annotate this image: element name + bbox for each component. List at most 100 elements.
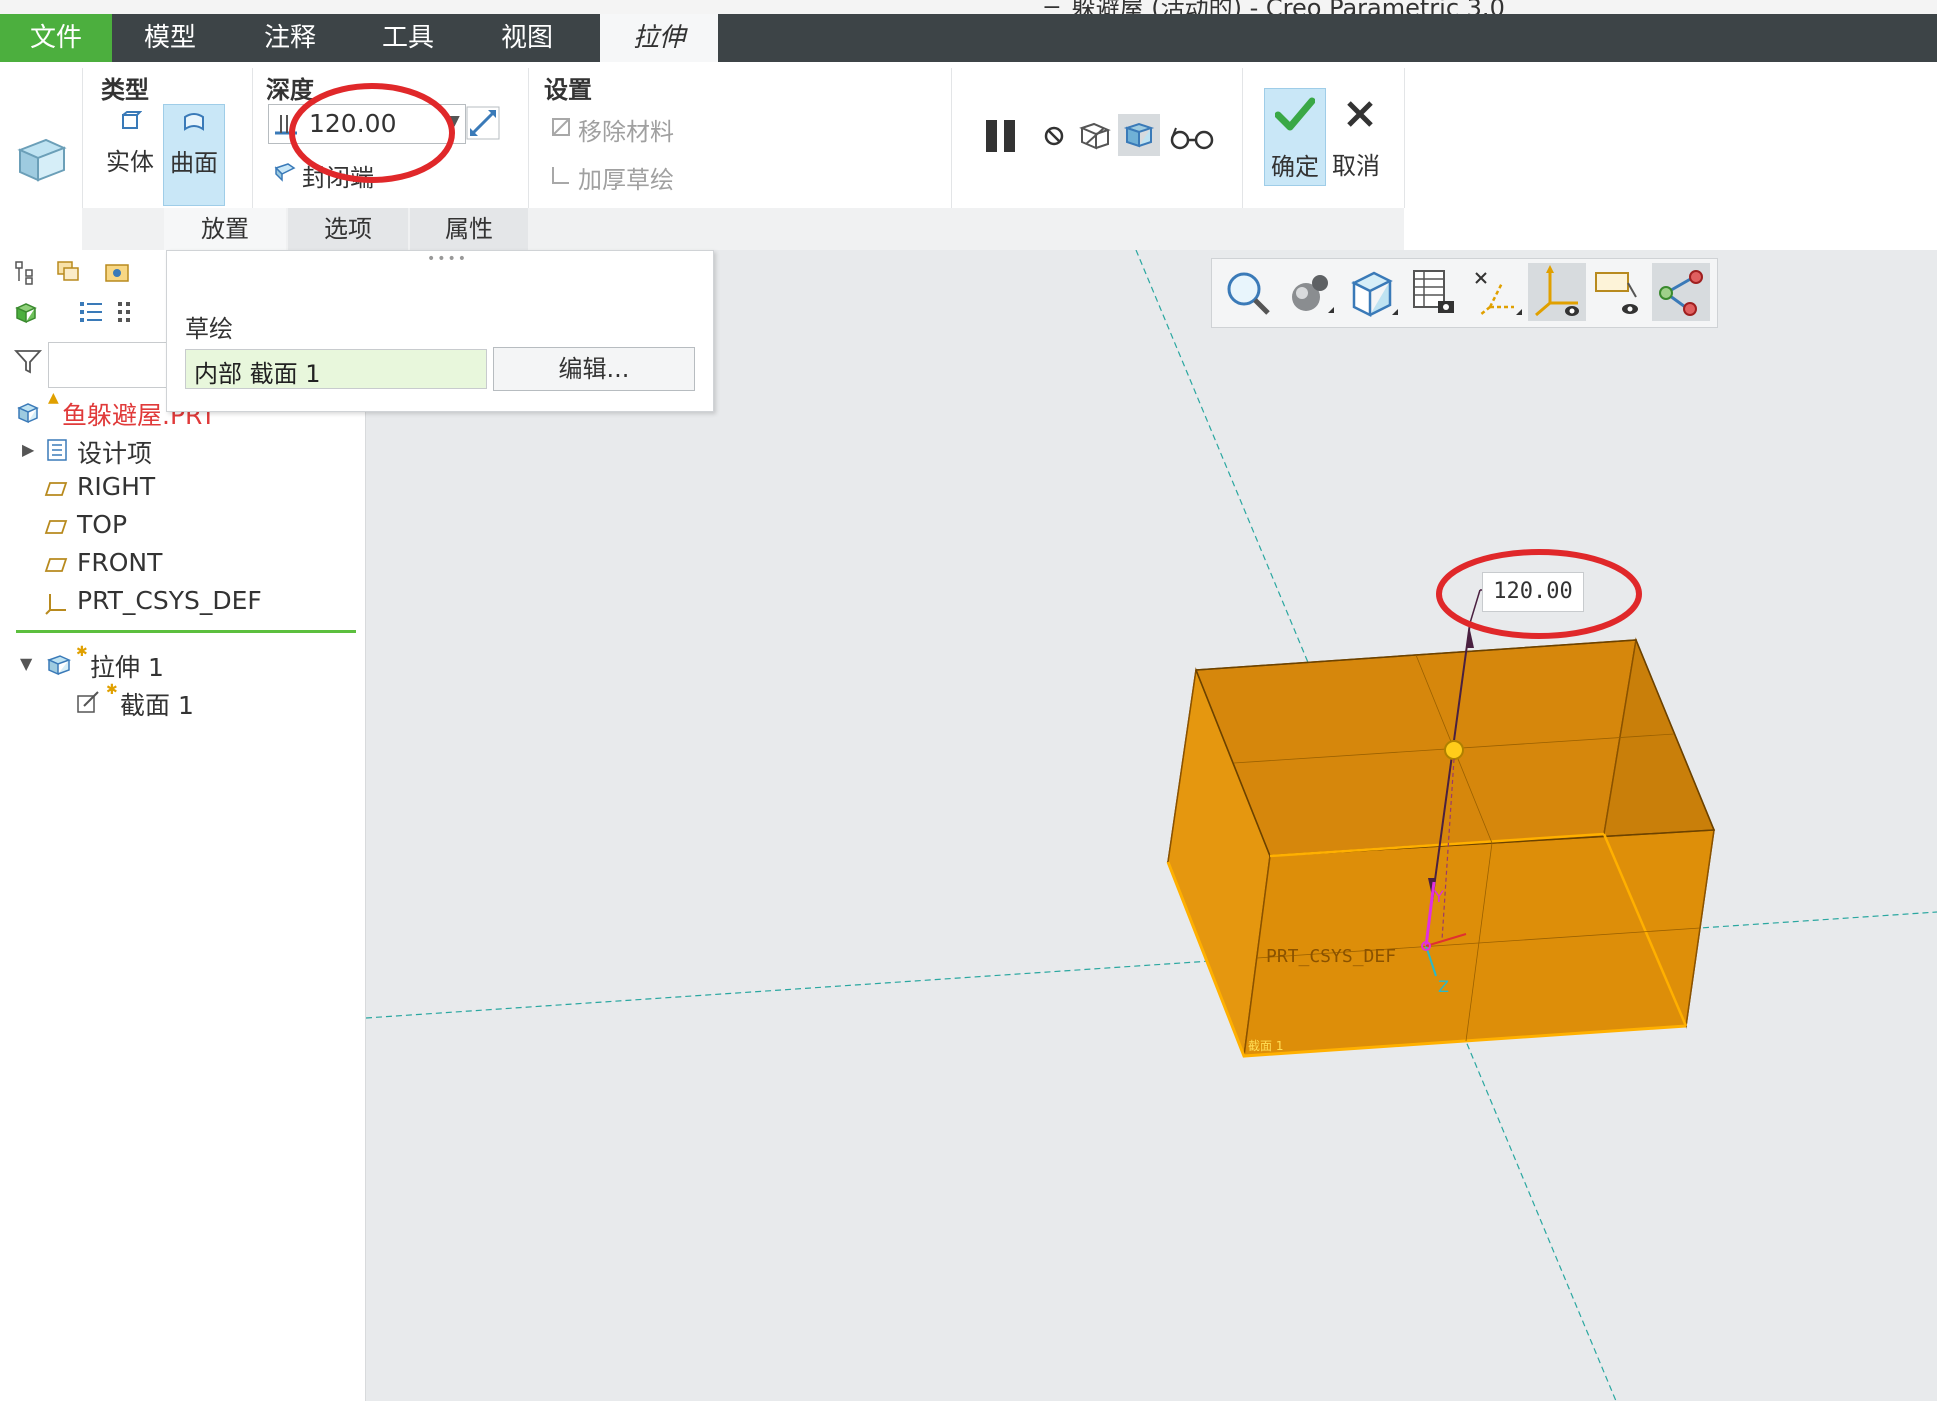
collapse-arrow-icon[interactable]: ▼ — [20, 654, 32, 673]
thicken-sketch-toggle[interactable]: 加厚草绘 — [550, 158, 720, 194]
datum-plane-icon — [44, 482, 68, 496]
tree-item-section[interactable]: 截面 1 — [120, 686, 194, 722]
menu-view[interactable]: 视图 — [479, 14, 575, 62]
named-view-cube-icon — [1351, 271, 1398, 318]
datum-plane-icon — [44, 520, 68, 534]
no-preview-icon[interactable] — [1042, 124, 1066, 148]
tree-item-extrude[interactable]: 拉伸 1 — [90, 648, 164, 684]
menu-model[interactable]: 模型 — [122, 14, 218, 62]
depth-drag-handle[interactable] — [1444, 740, 1464, 760]
extrude-tree-icon — [46, 655, 72, 676]
remove-material-icon — [552, 118, 570, 136]
solid-icon — [122, 111, 142, 129]
csys-y-label: Y — [1433, 887, 1444, 906]
surface-label: 曲面 — [170, 149, 218, 177]
attached-preview-button[interactable] — [1118, 114, 1160, 156]
layers-icon[interactable] — [56, 260, 82, 284]
panel-grip-icon[interactable]: •••• — [427, 251, 468, 267]
model-tree-icon[interactable] — [14, 260, 36, 286]
filter-icon[interactable] — [14, 348, 42, 374]
pause-icon[interactable] — [984, 118, 1020, 154]
section-tag-label: 截面 1 — [1248, 1039, 1283, 1053]
tree-search-input[interactable] — [48, 342, 170, 388]
menu-file[interactable]: 文件 — [0, 14, 112, 62]
csys-display-button[interactable] — [1528, 263, 1586, 321]
depth-field[interactable]: 120.00 ▼ — [268, 104, 466, 144]
ok-label: 确定 — [1271, 153, 1319, 181]
datum-display-icon — [1475, 272, 1522, 316]
verify-glasses-icon[interactable] — [1170, 124, 1214, 150]
display-style-button[interactable] — [1280, 263, 1338, 321]
csys-display-icon — [1535, 265, 1579, 317]
separate-preview-icon[interactable] — [1078, 120, 1112, 152]
capped-ends-checkbox[interactable]: 封闭端 — [272, 156, 472, 192]
menu-tools[interactable]: 工具 — [360, 14, 456, 62]
tree-item-right[interactable]: RIGHT — [77, 472, 155, 501]
part-icon[interactable] — [14, 300, 38, 324]
solid-label: 实体 — [106, 148, 154, 176]
expand-arrow-icon[interactable]: ▶ — [22, 440, 34, 459]
part-root-icon — [17, 403, 39, 424]
menu-extrude[interactable]: 拉伸 — [600, 14, 718, 62]
spin-center-button[interactable] — [1652, 263, 1710, 321]
menu-bar: 文件 模型 注释 工具 视图 拉伸 — [0, 14, 1937, 62]
tree-item-csys[interactable]: PRT_CSYS_DEF — [77, 586, 262, 615]
capped-ends-label: 封闭端 — [302, 164, 374, 192]
solid-button[interactable]: 实体 — [104, 106, 160, 176]
model-canvas[interactable]: Y Z PRT_CSYS_DEF 截面 1 — [366, 250, 1937, 1401]
sketch-section-icon — [77, 691, 99, 713]
cancel-button[interactable]: 取消 — [1330, 88, 1390, 184]
type-group-label: 类型 — [101, 76, 149, 104]
shaded-sphere-icon — [1292, 275, 1334, 313]
remove-material-toggle[interactable]: 移除材料 — [550, 110, 720, 146]
datum-plane-icon — [44, 558, 68, 572]
view-manager-button[interactable] — [1404, 263, 1462, 321]
thicken-sketch-icon — [552, 167, 569, 184]
folder-browser-icon[interactable] — [104, 260, 130, 284]
view-manager-icon — [1413, 270, 1454, 313]
model-tree-panel: ▲ 鱼躲避屋.PRT ▶ 设计项 RIGHT TOP FRONT PRT_CSY… — [0, 250, 366, 1401]
tree-item-top[interactable]: TOP — [77, 510, 127, 539]
tree-item-front[interactable]: FRONT — [77, 548, 162, 577]
extrude-feature-icon — [17, 138, 67, 182]
spin-center-icon — [1659, 270, 1703, 316]
separator — [1242, 68, 1243, 208]
flip-direction-icon[interactable] — [466, 106, 500, 140]
zoom-refit-icon — [1227, 272, 1270, 315]
capped-ends-icon — [274, 163, 296, 182]
graphics-viewport[interactable]: Y Z PRT_CSYS_DEF 截面 1 120.00 — [366, 250, 1937, 1401]
blind-depth-icon — [275, 115, 297, 135]
remove-material-label: 移除材料 — [578, 118, 674, 146]
saved-views-button[interactable] — [1342, 263, 1400, 321]
view-toolbar — [1211, 258, 1718, 328]
csys-name-label: PRT_CSYS_DEF — [1266, 946, 1396, 967]
refit-button[interactable] — [1218, 263, 1276, 321]
tab-placement[interactable]: 放置 — [164, 208, 286, 250]
depth-group-label: 深度 — [266, 76, 314, 104]
tree-item-design-items[interactable]: 设计项 — [77, 434, 152, 470]
dropdown-arrow-icon[interactable]: ▼ — [449, 113, 460, 129]
separator — [252, 68, 253, 208]
ok-button[interactable]: 确定 — [1264, 88, 1326, 186]
insert-here-marker[interactable] — [16, 630, 356, 633]
design-items-icon — [47, 439, 67, 461]
tab-properties[interactable]: 属性 — [410, 208, 528, 250]
thicken-sketch-label: 加厚草绘 — [578, 166, 674, 194]
annotation-display-button[interactable] — [1590, 263, 1648, 321]
new-feature-star-icon: ✱ — [106, 682, 118, 698]
tree-list-icon[interactable] — [78, 300, 104, 324]
depth-value[interactable]: 120.00 — [309, 109, 396, 138]
menu-annotate[interactable]: 注释 — [242, 14, 338, 62]
sketch-label: 草绘 — [185, 315, 233, 343]
close-icon — [1347, 101, 1373, 127]
depth-dimension-value[interactable]: 120.00 — [1482, 572, 1584, 612]
tree-columns-icon[interactable] — [116, 300, 136, 324]
sketch-collector[interactable]: 内部 截面 1 — [185, 349, 487, 389]
edit-sketch-button[interactable]: 编辑... — [493, 347, 695, 391]
sketch-collector-value: 内部 截面 1 — [194, 360, 321, 388]
tab-options[interactable]: 选项 — [288, 208, 408, 250]
surface-button[interactable]: 曲面 — [163, 104, 225, 206]
dimension-leader — [1469, 589, 1481, 624]
new-feature-star-icon: ✱ — [76, 644, 88, 660]
perspective-button[interactable] — [1466, 263, 1524, 321]
